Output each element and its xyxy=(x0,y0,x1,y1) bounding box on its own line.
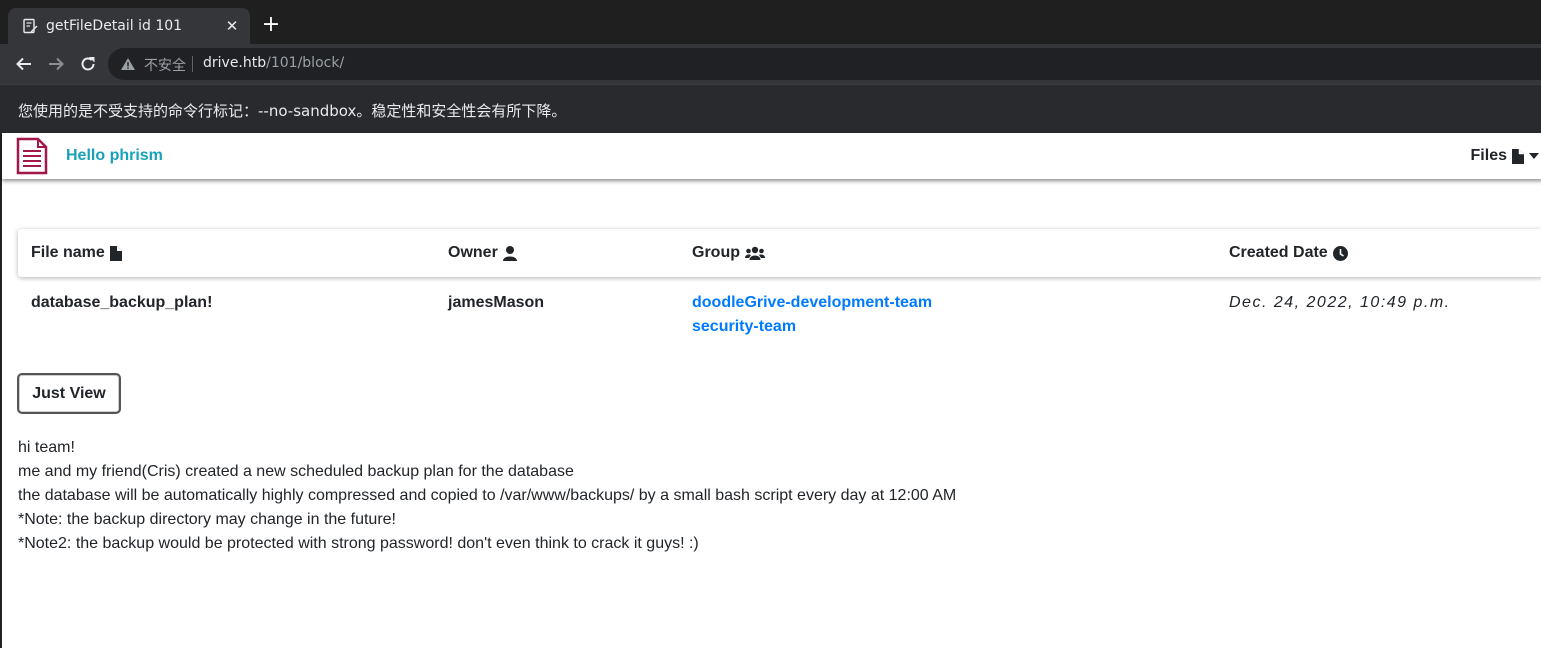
column-header-group: Group xyxy=(692,244,765,262)
owner-header-label: Owner xyxy=(448,244,498,261)
content-line: me and my friend(Cris) created a new sch… xyxy=(18,463,574,480)
warning-icon[interactable] xyxy=(120,57,136,71)
browser-tab[interactable]: getFileDetail id 101 ✕ xyxy=(8,8,250,44)
site-navbar: Hello phrism Files xyxy=(2,133,1541,179)
just-view-button[interactable]: Just View xyxy=(17,373,121,414)
infobar-message: 您使用的是不受支持的命令行标记：--no-sandbox。稳定性和安全性会有所下… xyxy=(18,102,567,120)
user-icon xyxy=(502,245,517,261)
caret-down-icon xyxy=(1529,153,1539,159)
address-bar[interactable]: 不安全 drive.htb/101/block/ xyxy=(108,48,1541,80)
table-header: File name Owner Group Created Date xyxy=(18,229,1541,277)
files-label: Files xyxy=(1470,147,1507,164)
not-secure-label[interactable]: 不安全 xyxy=(144,55,186,75)
new-tab-button[interactable]: + xyxy=(260,14,282,36)
url-text[interactable]: drive.htb/101/block/ xyxy=(203,55,344,71)
content-line: the database will be automatically highl… xyxy=(18,487,957,504)
page-edit-icon xyxy=(23,18,38,34)
reload-icon[interactable] xyxy=(78,54,98,74)
unsupported-flag-infobar: 您使用的是不受支持的命令行标记：--no-sandbox。稳定性和安全性会有所下… xyxy=(0,84,1541,133)
tab-title: getFileDetail id 101 xyxy=(46,18,183,34)
page-content: Hello phrism Files File name Owner Group xyxy=(0,133,1541,648)
column-header-file-name: File name xyxy=(31,244,122,262)
content-line: *Note: the backup directory may change i… xyxy=(18,511,396,528)
url-path: /101/block/ xyxy=(266,55,345,71)
file-icon xyxy=(1512,148,1524,164)
back-arrow-icon[interactable] xyxy=(14,54,34,74)
group-header-label: Group xyxy=(692,244,740,261)
content-line: hi team! xyxy=(18,439,75,456)
cell-created-date: Dec. 24, 2022, 10:49 p.m. xyxy=(1229,294,1451,311)
group-link-security-team[interactable]: security-team xyxy=(692,318,796,336)
browser-tab-strip: getFileDetail id 101 ✕ + xyxy=(0,0,1541,44)
users-icon xyxy=(745,246,765,260)
close-tab-icon[interactable]: ✕ xyxy=(222,16,242,36)
created-date-header-label: Created Date xyxy=(1229,244,1328,261)
file-name-header-label: File name xyxy=(31,244,105,261)
browser-toolbar: 不安全 drive.htb/101/block/ xyxy=(0,44,1541,84)
greeting-link[interactable]: Hello phrism xyxy=(66,147,163,165)
url-host: drive.htb xyxy=(203,55,267,71)
clock-icon xyxy=(1332,245,1348,261)
files-dropdown[interactable]: Files xyxy=(1471,147,1539,165)
document-icon[interactable] xyxy=(16,137,48,175)
group-link-development-team[interactable]: doodleGrive-development-team xyxy=(692,294,932,312)
forward-arrow-icon[interactable] xyxy=(46,54,66,74)
file-content: hi team! me and my friend(Cris) created … xyxy=(18,436,956,556)
cell-file-name: database_backup_plan! xyxy=(31,294,213,311)
column-header-owner: Owner xyxy=(448,244,517,262)
content-line: *Note2: the backup would be protected wi… xyxy=(18,535,699,552)
omnibox-divider xyxy=(192,56,193,72)
file-icon xyxy=(109,245,122,261)
cell-owner: jamesMason xyxy=(448,294,545,311)
column-header-created-date: Created Date xyxy=(1229,244,1348,262)
